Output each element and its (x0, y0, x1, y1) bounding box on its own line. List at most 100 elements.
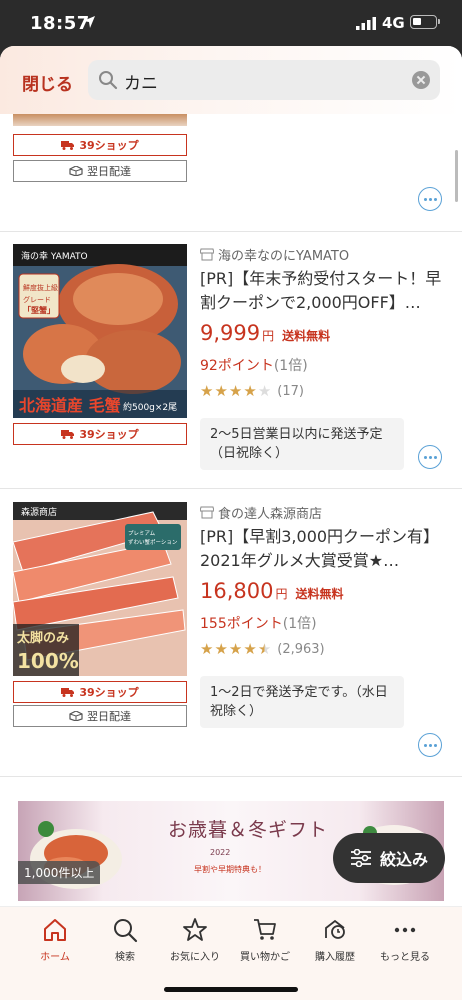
points-multiplier: (1倍) (273, 358, 308, 374)
nav-favorites[interactable]: お気に入り (160, 917, 230, 963)
delivery-info: 2〜5日営業日以内に発送予定（日祝除く） (200, 418, 404, 470)
signal-icon (356, 17, 376, 30)
price-value: 16,800 (200, 579, 274, 603)
shop39-tag[interactable]: 39ショップ (13, 423, 187, 445)
product-title[interactable]: [PR]【年末予約受付スタート！早割クーポンで2,000円OFF】… (200, 267, 448, 315)
battery-icon (410, 15, 437, 29)
rating[interactable]: ★ ★ ★ ★ ★ (17) (200, 384, 304, 400)
more-options-button[interactable] (418, 187, 442, 211)
star-full-icon: ★ (243, 640, 257, 658)
points-value: 92ポイント (200, 358, 274, 374)
truck-icon (61, 141, 75, 150)
star-full-icon: ★ (228, 382, 243, 400)
svg-text:グレード: グレード (23, 295, 51, 304)
rating-stars: ★ ★ ★ ★ ★ (200, 642, 271, 657)
shop-name[interactable]: 食の達人森源商店 (200, 503, 322, 522)
status-time: 18:57 (30, 13, 90, 34)
star-half-icon: ★ (257, 640, 272, 658)
nav-label: 購入履歴 (315, 952, 355, 963)
battery-cap (438, 19, 440, 24)
nav-home[interactable]: ホーム (20, 917, 90, 963)
hairy-crab-image: 海の幸 YAMATO 鮮度抜上級 グレード 「堅蟹」 北海道産 毛蟹 約500g… (13, 244, 187, 418)
next-day-tag[interactable]: 翌日配達 (13, 160, 187, 182)
clear-icon[interactable] (412, 71, 430, 89)
star-full-icon: ★ (214, 640, 228, 658)
shop39-tag[interactable]: 39ショップ (13, 134, 187, 156)
nav-cart[interactable]: 買い物かご (230, 917, 300, 963)
box-icon (69, 711, 83, 721)
image-brand: 海の幸 YAMATO (21, 250, 88, 262)
rating-stars: ★ ★ ★ ★ ★ (200, 384, 271, 399)
scrollbar[interactable] (455, 150, 458, 202)
truck-icon (61, 430, 75, 439)
nav-search[interactable]: 検索 (90, 917, 160, 963)
shop-icon (200, 248, 214, 261)
network-type: 4G (382, 14, 405, 32)
tag-label: 39ショップ (79, 686, 139, 699)
star-full-icon: ★ (200, 382, 214, 400)
crab-leg-image: 森源商店 プレミアム ずわい蟹ポーション 太脚のみ 100% (13, 502, 187, 676)
price: 9,999 円送料無料 (200, 321, 330, 345)
more-options-button[interactable] (418, 733, 442, 757)
more-options-button[interactable] (418, 445, 442, 469)
shop39-tag[interactable]: 39ショップ (13, 681, 187, 703)
shop-icon (200, 506, 214, 519)
star-full-icon: ★ (214, 382, 228, 400)
banner-title: お歳暮＆冬ギフト (168, 819, 329, 841)
svg-text:鮮度抜上級: 鮮度抜上級 (23, 283, 58, 292)
status-bar: 18:57 4G (0, 0, 462, 46)
nav-label: 検索 (115, 952, 135, 963)
search-query[interactable]: カニ (124, 69, 404, 94)
history-icon (325, 919, 345, 939)
bottom-navigation: ホーム 検索 お気に入り 買い物かご 購入履歴 もっと見る (0, 906, 462, 1000)
result-count-badge: 1,000件以上 (18, 861, 101, 884)
partial-thumbnail (13, 114, 187, 126)
nav-label: お気に入り (170, 952, 220, 963)
shipping-label: 送料無料 (282, 329, 331, 343)
banner-subtitle: 早割や早期特典も！ (194, 865, 266, 874)
product-thumbnail[interactable]: 森源商店 プレミアム ずわい蟹ポーション 太脚のみ 100% (13, 502, 187, 676)
filter-icon (350, 849, 371, 867)
location-arrow-icon (83, 16, 95, 28)
more-icon (394, 927, 416, 933)
search-input[interactable]: カニ (88, 60, 440, 100)
shop-label: 食の達人森源商店 (218, 507, 323, 522)
shipping-label: 送料無料 (295, 587, 344, 601)
cart-icon (254, 919, 276, 940)
image-caption: 太脚のみ (16, 630, 69, 646)
image-brand: 森源商店 (21, 506, 57, 518)
search-results-sheet: 閉じる カニ 39ショップ 翌日配達 海の幸 YAMATO 鮮度抜上級 グレード… (0, 46, 462, 1000)
image-amount: 約500g×2尾 (123, 401, 177, 413)
tag-label: 翌日配達 (87, 165, 131, 178)
product-thumbnail[interactable]: 海の幸 YAMATO 鮮度抜上級 グレード 「堅蟹」 北海道産 毛蟹 約500g… (13, 244, 187, 418)
divider (0, 231, 462, 232)
filter-label: 絞込み (379, 850, 428, 869)
nav-history[interactable]: 購入履歴 (300, 917, 370, 963)
nav-label: もっと見る (380, 952, 430, 963)
price-value: 9,999 (200, 321, 261, 345)
divider (0, 776, 462, 777)
shop-label: 海の幸なのにYAMATO (218, 249, 350, 264)
filter-button[interactable]: 絞込み (333, 833, 445, 883)
banner-year: 2022 (210, 848, 231, 857)
product-title[interactable]: [PR]【早割3,000円クーポン有】2021年グルメ大賞受賞★… (200, 525, 448, 573)
rating[interactable]: ★ ★ ★ ★ ★ (2,963) (200, 642, 325, 658)
points-value: 155ポイント (200, 616, 283, 632)
nav-label: 買い物かご (240, 952, 290, 963)
next-day-tag[interactable]: 翌日配達 (13, 705, 187, 727)
svg-text:プレミアム: プレミアム (128, 530, 156, 537)
search-icon (99, 71, 118, 90)
svg-text:ずわい蟹ポーション: ずわい蟹ポーション (128, 538, 178, 546)
tag-label: 翌日配達 (87, 710, 131, 723)
image-amount: 100% (17, 649, 79, 673)
star-empty-icon: ★ (257, 382, 272, 400)
nav-more[interactable]: もっと見る (370, 917, 440, 963)
divider (0, 488, 462, 489)
home-icon (44, 919, 66, 941)
close-button[interactable]: 閉じる (22, 70, 73, 95)
nav-label: ホーム (40, 952, 70, 963)
star-full-icon: ★ (243, 382, 257, 400)
svg-text:「堅蟹」: 「堅蟹」 (23, 305, 55, 315)
delivery-info: 1〜2日で発送予定です。（水日祝除く） (200, 676, 404, 728)
shop-name[interactable]: 海の幸なのにYAMATO (200, 245, 349, 264)
